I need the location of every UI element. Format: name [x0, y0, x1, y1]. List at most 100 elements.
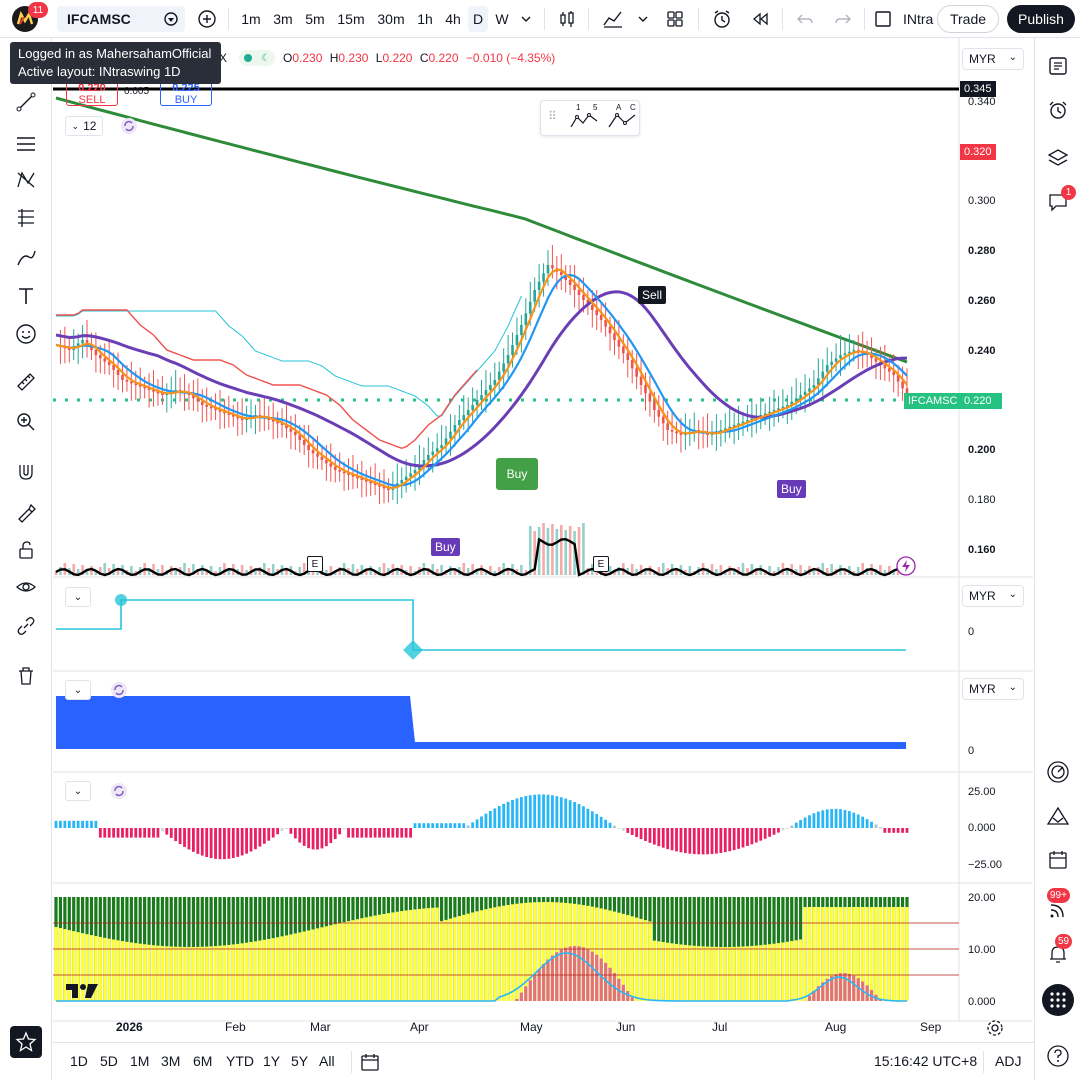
range-1y[interactable]: 1Y — [263, 1053, 280, 1069]
help-icon[interactable] — [1044, 1042, 1072, 1070]
alarm-clock-icon[interactable] — [1044, 96, 1072, 124]
ruler-icon[interactable] — [12, 368, 40, 396]
target-icon[interactable] — [1044, 758, 1072, 786]
oscillator-bar — [874, 824, 878, 828]
pane-collapse-button[interactable]: ⌄ — [65, 587, 91, 607]
refresh-icon[interactable] — [110, 782, 128, 805]
magnet-icon[interactable] — [12, 458, 40, 486]
zoom-icon[interactable] — [12, 408, 40, 436]
publish-button[interactable]: Publish — [1007, 5, 1075, 33]
apps-grid-icon[interactable] — [1042, 984, 1074, 1016]
earnings-marker[interactable]: E — [307, 556, 323, 572]
text-icon[interactable] — [12, 282, 40, 310]
stack-bar-yellow — [404, 910, 408, 1001]
elliott-wave-icon[interactable] — [569, 111, 599, 129]
timeframe-1h[interactable]: 1h — [412, 6, 438, 32]
alert-clock-icon[interactable] — [708, 6, 736, 32]
indicators-collapse-button[interactable]: ⌄ 12 — [65, 116, 103, 136]
stack-bar-yellow — [710, 946, 714, 1001]
range-5d[interactable]: 5D — [100, 1053, 118, 1069]
oscillator-bar — [781, 828, 785, 831]
layout-grid-icon[interactable] — [662, 6, 688, 32]
replay-icon[interactable] — [746, 6, 774, 32]
tradingview-logo[interactable] — [66, 982, 100, 1005]
trash-icon[interactable] — [12, 662, 40, 690]
timeframe-15m[interactable]: 15m — [333, 6, 369, 32]
lock-drawing-icon[interactable] — [12, 498, 40, 526]
compare-icon[interactable] — [163, 11, 179, 30]
timeframe-30m[interactable]: 30m — [372, 6, 410, 32]
stack-bar-yellow — [103, 937, 107, 1001]
refresh-icon[interactable] — [110, 681, 128, 704]
eye-icon[interactable] — [12, 573, 40, 601]
redo-icon[interactable] — [830, 6, 856, 32]
settings-gear-icon[interactable] — [986, 1019, 1004, 1042]
stack-bar-yellow — [408, 909, 413, 1001]
horizontal-line-tag[interactable]: 0.345 — [960, 81, 996, 97]
brush-icon[interactable] — [12, 244, 40, 272]
candle-body — [568, 280, 572, 285]
oscillator-bar — [497, 806, 501, 828]
stack-bar-red — [546, 959, 550, 1001]
drag-handle-icon[interactable]: ⠿ — [548, 109, 557, 123]
pane-currency-select[interactable]: MYR ⌄ — [962, 585, 1024, 607]
oscillator-bar — [772, 828, 776, 835]
adjustment-toggle[interactable]: ADJ — [995, 1053, 1021, 1069]
refresh-icon[interactable] — [120, 117, 138, 140]
range-1d[interactable]: 1D — [70, 1053, 88, 1069]
range-ytd[interactable]: YTD — [226, 1053, 254, 1069]
parallel-lines-icon[interactable] — [12, 130, 40, 158]
pattern-icon[interactable] — [12, 166, 40, 194]
link-icon[interactable] — [12, 612, 40, 640]
chart-canvas[interactable] — [53, 38, 1033, 1042]
oscillator-bar — [883, 828, 887, 833]
chevron-down-icon[interactable] — [634, 6, 652, 32]
range-all[interactable]: All — [319, 1053, 335, 1069]
oscillator-bar — [262, 828, 266, 844]
unlock-icon[interactable] — [12, 536, 40, 564]
emoji-icon[interactable] — [12, 320, 40, 348]
pattern-float-toolbar[interactable]: ⠿ 1 5 A C — [540, 100, 640, 136]
timeframe-1m[interactable]: 1m — [236, 6, 266, 32]
clock-display[interactable]: 15:16:42 UTC+8 — [874, 1053, 977, 1069]
watchlist-icon[interactable] — [1044, 52, 1072, 80]
favorites-star-icon[interactable] — [10, 1026, 42, 1058]
timeframe-3m[interactable]: 3m — [268, 6, 298, 32]
undo-icon[interactable] — [792, 6, 818, 32]
trend-line-icon[interactable] — [12, 88, 40, 116]
lightning-icon[interactable] — [895, 555, 917, 582]
layers-icon[interactable] — [1044, 144, 1072, 172]
trade-button[interactable]: Trade — [937, 5, 999, 33]
ideas-icon[interactable] — [1044, 803, 1072, 831]
earnings-marker[interactable]: E — [593, 556, 609, 572]
pane-currency-select[interactable]: MYR ⌄ — [962, 678, 1024, 700]
currency-label: MYR — [969, 52, 996, 66]
range-6m[interactable]: 6M — [193, 1053, 212, 1069]
fib-icon[interactable] — [12, 204, 40, 232]
oscillator-bar — [697, 828, 701, 855]
layout-name[interactable]: INtra — [903, 6, 937, 32]
fullscreen-icon[interactable] — [870, 6, 896, 32]
range-1m[interactable]: 1M — [130, 1053, 149, 1069]
chevron-down-icon[interactable] — [516, 6, 536, 32]
range-5y[interactable]: 5Y — [291, 1053, 308, 1069]
candle-body — [661, 416, 665, 424]
add-symbol-icon[interactable] — [194, 6, 220, 32]
currency-select[interactable]: MYR ⌄ — [962, 48, 1024, 70]
pane-collapse-button[interactable]: ⌄ — [65, 781, 91, 801]
indicators-icon[interactable] — [600, 6, 626, 32]
abc-wave-icon[interactable] — [607, 111, 637, 129]
oscillator-bar — [737, 828, 740, 849]
timeframe-d[interactable]: D — [468, 6, 488, 32]
calendar-icon[interactable] — [1044, 846, 1072, 874]
pane-collapse-button[interactable]: ⌄ — [65, 680, 91, 700]
calendar-range-icon[interactable] — [360, 1052, 380, 1077]
stack-bar-yellow — [54, 927, 58, 1001]
candles-icon[interactable] — [554, 6, 580, 32]
symbol-search[interactable]: IFCAMSC — [57, 6, 185, 32]
range-3m[interactable]: 3M — [161, 1053, 180, 1069]
timeframe-4h[interactable]: 4h — [440, 6, 466, 32]
timeframe-w[interactable]: W — [490, 6, 514, 32]
timeframe-5m[interactable]: 5m — [300, 6, 330, 32]
alert-price-tag[interactable]: 0.320 — [960, 144, 996, 160]
